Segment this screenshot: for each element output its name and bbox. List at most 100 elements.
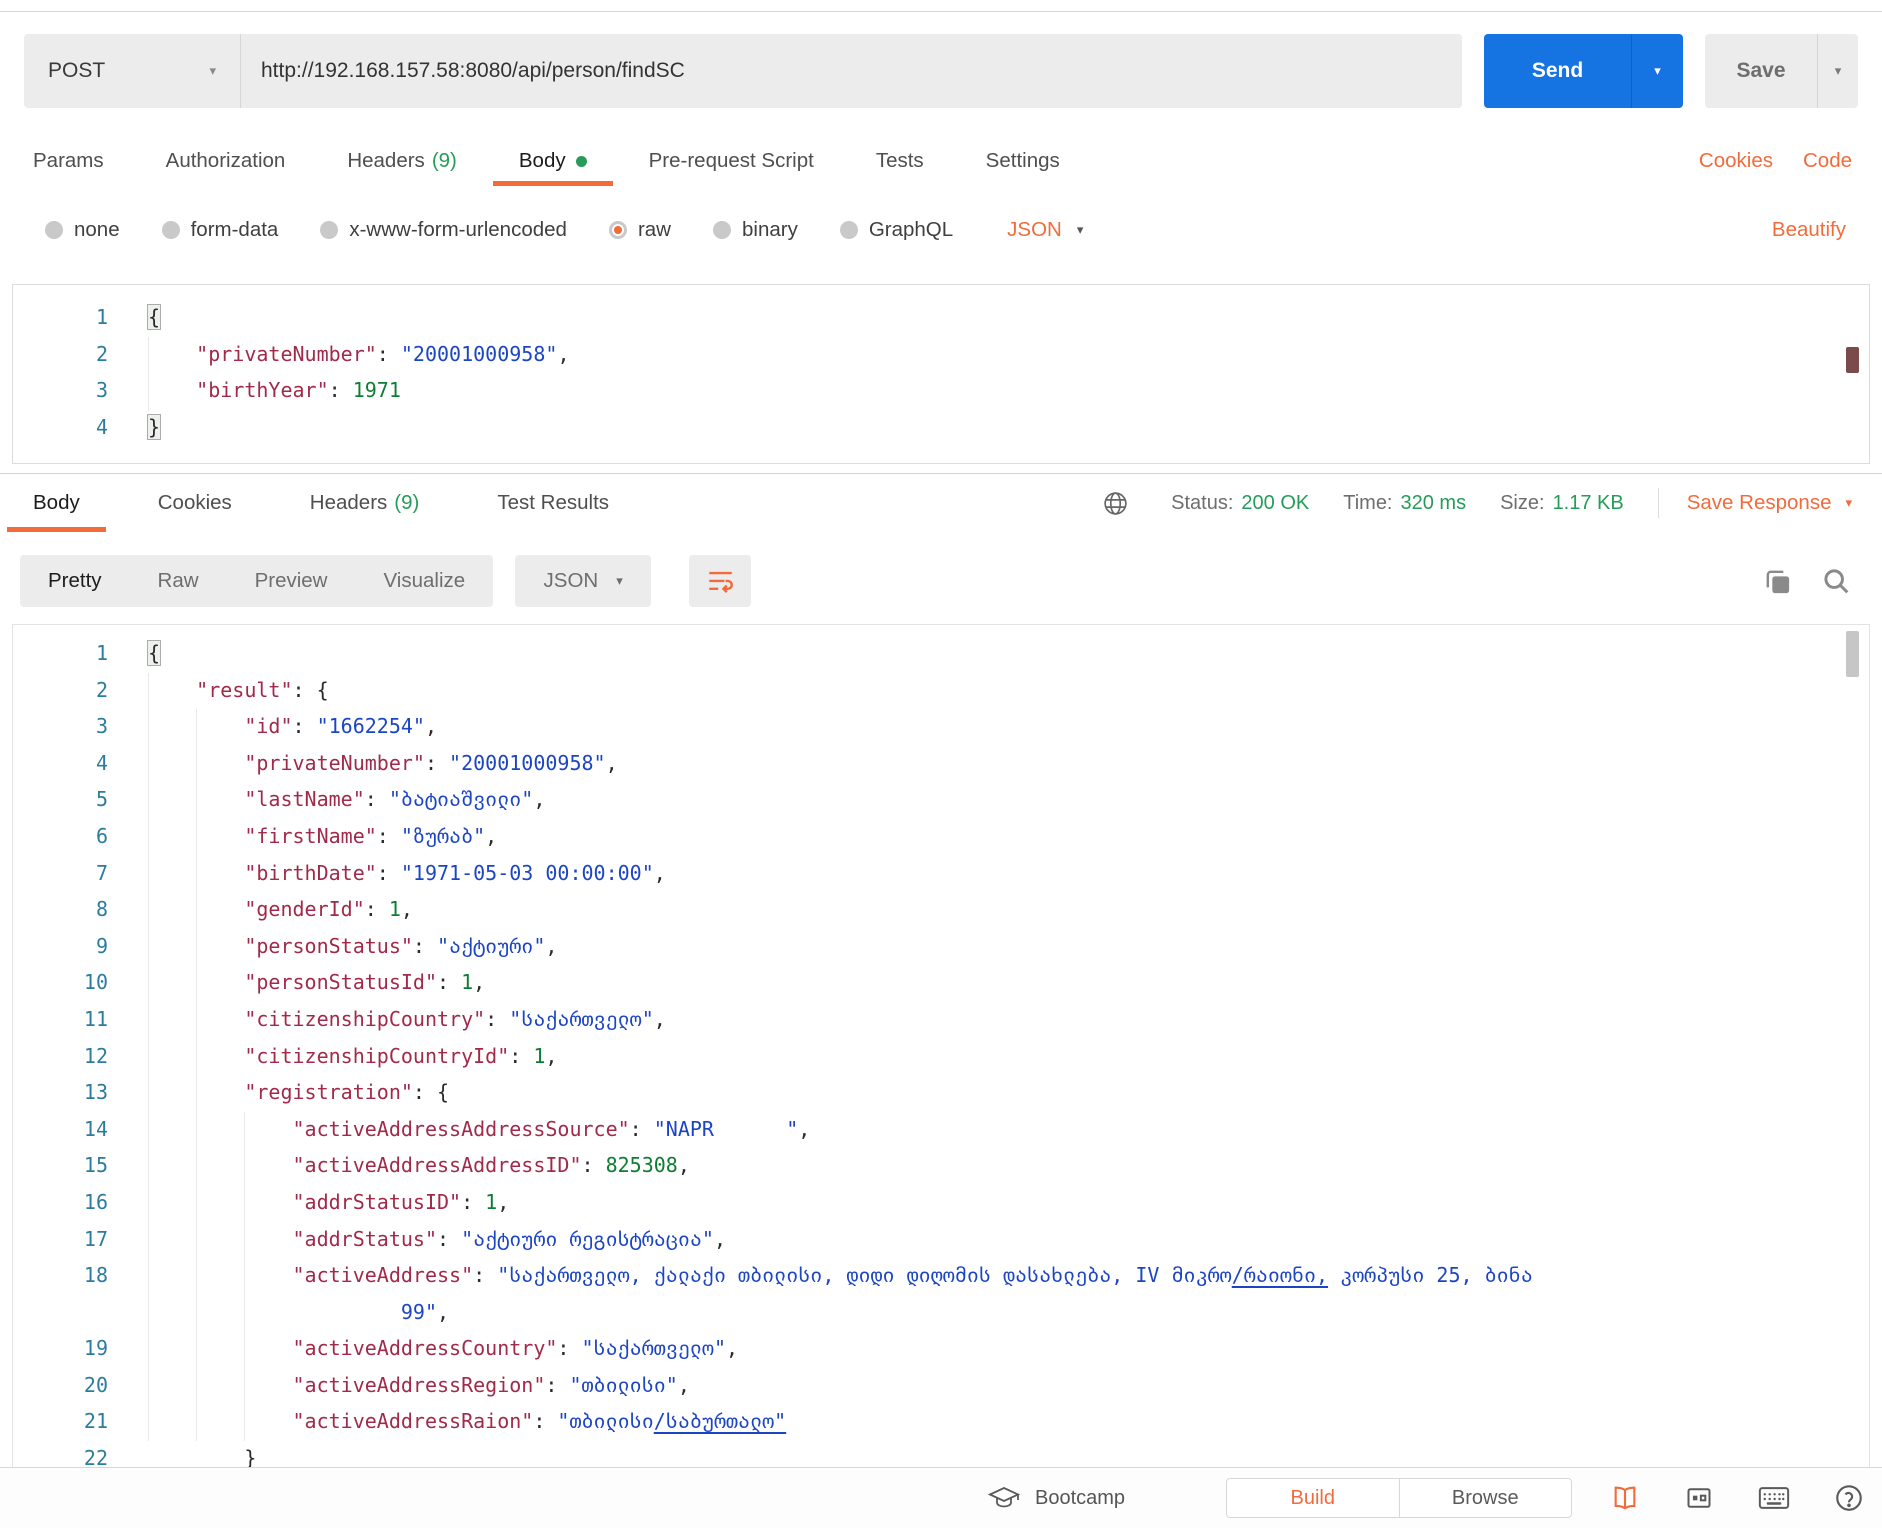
request-body-editor[interactable]: 1{2 "privateNumber": "20001000958", 3 "bi… [12, 284, 1870, 464]
console-button[interactable] [1758, 1485, 1790, 1511]
response-view-controls: Pretty Raw Preview Visualize JSON ▾ [0, 548, 1882, 614]
code-line: 4} [13, 409, 1869, 446]
send-button[interactable]: Send ▾ [1484, 34, 1683, 108]
raw-language-select[interactable]: JSON ▾ [1007, 218, 1083, 242]
mode-none[interactable]: none [45, 218, 120, 242]
save-response-button[interactable]: Save Response ▾ [1687, 491, 1852, 515]
save-button[interactable]: Save ▾ [1705, 34, 1858, 108]
address-link[interactable]: /რაიონი, [1232, 1263, 1328, 1287]
copy-icon [1766, 570, 1790, 593]
line-number: 14 [83, 1116, 108, 1141]
code-line: 14 "activeAddressAddressSource": "NAPR "… [13, 1111, 1869, 1148]
tab-settings[interactable]: Settings [986, 136, 1060, 186]
mode-graphql[interactable]: GraphQL [839, 218, 953, 242]
method-select[interactable]: POST ▾ [24, 34, 241, 108]
network-globe-icon[interactable] [1102, 490, 1129, 517]
tab-headers[interactable]: Headers (9) [347, 136, 457, 186]
two-pane-layout-button[interactable] [1684, 1484, 1714, 1512]
cookies-link[interactable]: Cookies [1699, 149, 1773, 173]
tab-test-results[interactable]: Test Results [497, 474, 609, 532]
code-link[interactable]: Code [1803, 149, 1852, 173]
browse-button[interactable]: Browse [1400, 1479, 1572, 1517]
code-line: 8 "genderId": 1, [13, 891, 1869, 928]
response-body-editor[interactable]: 1{2 "result": {3 "id": "1662254", 4 "priv… [12, 624, 1870, 1467]
status-badge: Status: 200 OK [1171, 491, 1310, 514]
postman-window: POST ▾ Send ▾ Save ▾ Params Authorizatio… [0, 0, 1882, 1528]
view-preview[interactable]: Preview [227, 569, 356, 593]
scrollbar-thumb[interactable] [1846, 631, 1859, 677]
footer-icons [1610, 1468, 1864, 1528]
code-line: 20 "activeAddressRegion": "თბილისი", [13, 1367, 1869, 1404]
chevron-down-icon: ▾ [616, 573, 623, 588]
send-label[interactable]: Send [1484, 34, 1631, 108]
url-bar: POST ▾ Send ▾ Save ▾ [24, 34, 1858, 108]
copy-response-button[interactable] [1762, 566, 1793, 597]
graduation-cap-icon [988, 1487, 1020, 1508]
radio-icon[interactable] [712, 221, 731, 239]
radio-icon[interactable] [45, 221, 63, 239]
mode-raw[interactable]: raw [608, 218, 671, 242]
send-options-chevron-down-icon[interactable]: ▾ [1631, 34, 1683, 108]
docs-button[interactable] [1610, 1484, 1640, 1512]
indent-guide [148, 673, 149, 1441]
view-visualize[interactable]: Visualize [355, 569, 493, 593]
indent-guide [148, 337, 149, 411]
view-raw[interactable]: Raw [130, 569, 227, 593]
save-options-chevron-down-icon[interactable]: ▾ [1817, 34, 1858, 108]
tab-response-cookies[interactable]: Cookies [158, 474, 232, 532]
help-button[interactable] [1834, 1483, 1864, 1513]
tab-body[interactable]: Body [492, 136, 613, 186]
view-pretty[interactable]: Pretty [20, 569, 130, 593]
wrap-lines-button[interactable] [689, 555, 752, 607]
mode-binary[interactable]: binary [712, 218, 798, 242]
mode-form-data[interactable]: form-data [161, 218, 278, 242]
mode-x-www-form-urlencoded[interactable]: x-www-form-urlencoded [320, 218, 567, 242]
view-mode-group: Pretty Raw Preview Visualize [20, 555, 494, 607]
code-line: 19 "activeAddressCountry": "საქართველო", [13, 1330, 1869, 1367]
response-meta: Status: 200 OK Time: 320 ms Size: 1.17 KB S… [1102, 488, 1852, 518]
line-number: 16 [83, 1189, 108, 1214]
line-number: 4 [95, 750, 108, 775]
response-tabs: Body Cookies Headers (9) Test Results Sta… [0, 474, 1882, 532]
radio-icon[interactable] [320, 221, 339, 239]
search-icon [1824, 568, 1849, 593]
tab-pre-request-script[interactable]: Pre-request Script [649, 136, 814, 186]
tab-tests[interactable]: Tests [876, 136, 924, 186]
save-label[interactable]: Save [1705, 34, 1817, 108]
radio-icon[interactable] [161, 221, 180, 239]
code-line: 7 "birthDate": "1971-05-03 00:00:00", [13, 855, 1869, 892]
scrollbar-thumb[interactable] [1846, 347, 1859, 373]
address-link[interactable]: /საბურთალო" [654, 1409, 786, 1433]
time-value: 320 ms [1400, 491, 1467, 514]
response-language-select[interactable]: JSON ▾ [515, 555, 652, 607]
line-number: 13 [83, 1080, 108, 1105]
line-number: 3 [95, 378, 108, 403]
radio-icon[interactable] [839, 221, 858, 239]
tab-response-headers[interactable]: Headers (9) [310, 474, 420, 532]
line-number: 19 [83, 1336, 108, 1361]
build-button[interactable]: Build [1227, 1479, 1400, 1517]
code-line: 3 "birthYear": 1971 [13, 372, 1869, 409]
radio-selected-icon[interactable] [608, 221, 627, 239]
tab-response-body[interactable]: Body [7, 474, 106, 532]
search-response-button[interactable] [1821, 566, 1852, 597]
tab-params[interactable]: Params [33, 136, 104, 186]
code-line: 17 "addrStatus": "აქტიური რეგისტრაცია", [13, 1221, 1869, 1258]
code-line: 11 "citizenshipCountry": "საქართველო", [13, 1001, 1869, 1038]
build-browse-toggle: Build Browse [1226, 1478, 1572, 1518]
wrap-lines-icon [708, 571, 733, 593]
code-line: 16 "addrStatusID": 1, [13, 1184, 1869, 1221]
line-number: 10 [83, 970, 108, 995]
console-keyboard-icon [1758, 1487, 1790, 1509]
size-badge: Size: 1.17 KB [1500, 491, 1624, 514]
code-line: 1{ [13, 299, 1869, 336]
code-line: 12 "citizenshipCountryId": 1, [13, 1038, 1869, 1075]
code-line: 2 "result": { [13, 672, 1869, 709]
tab-authorization[interactable]: Authorization [166, 136, 286, 186]
bootcamp-button[interactable]: Bootcamp [988, 1468, 1125, 1528]
beautify-link[interactable]: Beautify [1772, 218, 1846, 242]
body-mode-row: none form-data x-www-form-urlencoded raw… [0, 210, 1882, 250]
divider [1657, 488, 1659, 518]
line-number: 2 [95, 677, 108, 702]
url-input[interactable] [241, 34, 1462, 108]
